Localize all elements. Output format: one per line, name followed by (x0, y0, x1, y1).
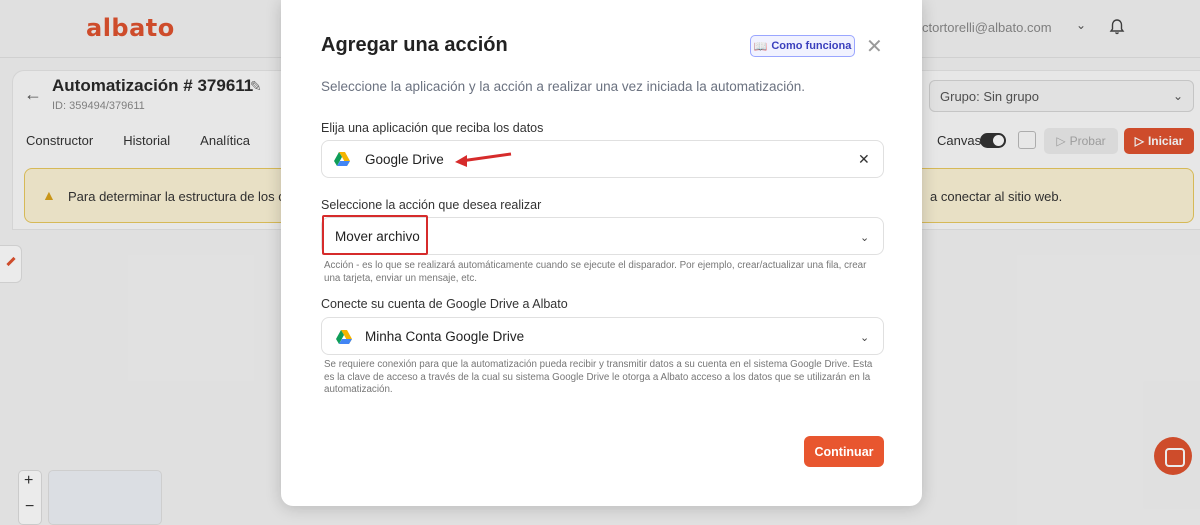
chevron-down-icon: ⌄ (860, 332, 870, 344)
book-icon: 📖 (753, 40, 768, 53)
action-field-label: Seleccione la acción que desea realizar (321, 198, 542, 212)
action-hint: Acción - es lo que se realizará automáti… (324, 260, 867, 284)
modal-title: Agregar una acción (321, 34, 508, 56)
annotation-arrow (455, 152, 512, 167)
annotation-highlight-box (322, 215, 428, 255)
clear-icon[interactable]: ✕ (858, 151, 870, 168)
account-hint: Se requiere conexión para que la automat… (324, 359, 873, 395)
continue-button[interactable]: Continuar (804, 436, 884, 467)
app-field-label: Elija una aplicación que reciba los dato… (321, 121, 544, 135)
close-icon[interactable]: ✕ (866, 34, 883, 59)
chevron-down-icon: ⌄ (860, 232, 870, 244)
google-drive-icon (336, 330, 352, 344)
modal-subtitle: Seleccione la aplicación y la acción a r… (321, 79, 806, 94)
app-select-value: Google Drive (365, 152, 444, 167)
google-drive-icon (334, 152, 350, 166)
how-it-works-button[interactable]: 📖 Como funciona (750, 35, 855, 57)
how-it-works-label: Como funciona (771, 40, 852, 52)
account-field-label: Conecte su cuenta de Google Drive a Alba… (321, 297, 568, 311)
app-select[interactable]: Google Drive ✕ (321, 140, 884, 178)
account-select-value: Minha Conta Google Drive (365, 329, 525, 344)
add-action-modal: Agregar una acción 📖 Como funciona ✕ Sel… (281, 0, 922, 506)
account-select[interactable]: Minha Conta Google Drive ⌄ (321, 317, 884, 355)
